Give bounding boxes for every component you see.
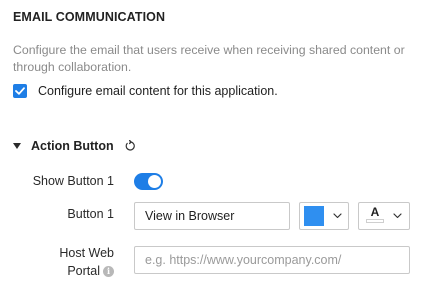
reset-icon[interactable] — [124, 140, 136, 152]
host-label-line2: Portal — [67, 264, 100, 278]
configure-email-label[interactable]: Configure email content for this applica… — [38, 84, 278, 98]
section-title: EMAIL COMMUNICATION — [13, 10, 166, 24]
font-color-bar — [366, 219, 384, 223]
color-swatch — [304, 206, 324, 226]
check-icon — [15, 87, 25, 95]
action-button-header[interactable]: Action Button — [13, 138, 136, 154]
font-glyph: A — [370, 205, 380, 219]
host-web-portal-input[interactable] — [134, 246, 410, 274]
chevron-down-icon — [333, 212, 342, 221]
host-web-portal-label: Host Web Portal i — [59, 244, 114, 280]
button1-text-input[interactable]: View in Browser — [134, 202, 290, 230]
show-button-label: Show Button 1 — [32, 174, 114, 188]
font-color-picker[interactable]: A — [358, 202, 410, 230]
configure-email-row[interactable]: Configure email content for this applica… — [13, 83, 278, 99]
host-label-line1: Host Web — [59, 246, 114, 260]
info-icon[interactable]: i — [103, 266, 114, 278]
chevron-down-icon — [393, 212, 402, 221]
section-description: Configure the email that users receive w… — [13, 43, 405, 74]
configure-email-checkbox[interactable] — [13, 84, 27, 98]
show-button-toggle[interactable] — [134, 173, 163, 190]
action-button-heading[interactable]: Action Button — [31, 139, 114, 153]
button1-label: Button 1 — [67, 207, 114, 221]
font-color-icon: A — [365, 206, 385, 226]
toggle-knob — [148, 175, 161, 188]
caret-down-icon[interactable] — [13, 143, 21, 149]
button-color-picker[interactable] — [299, 202, 349, 230]
